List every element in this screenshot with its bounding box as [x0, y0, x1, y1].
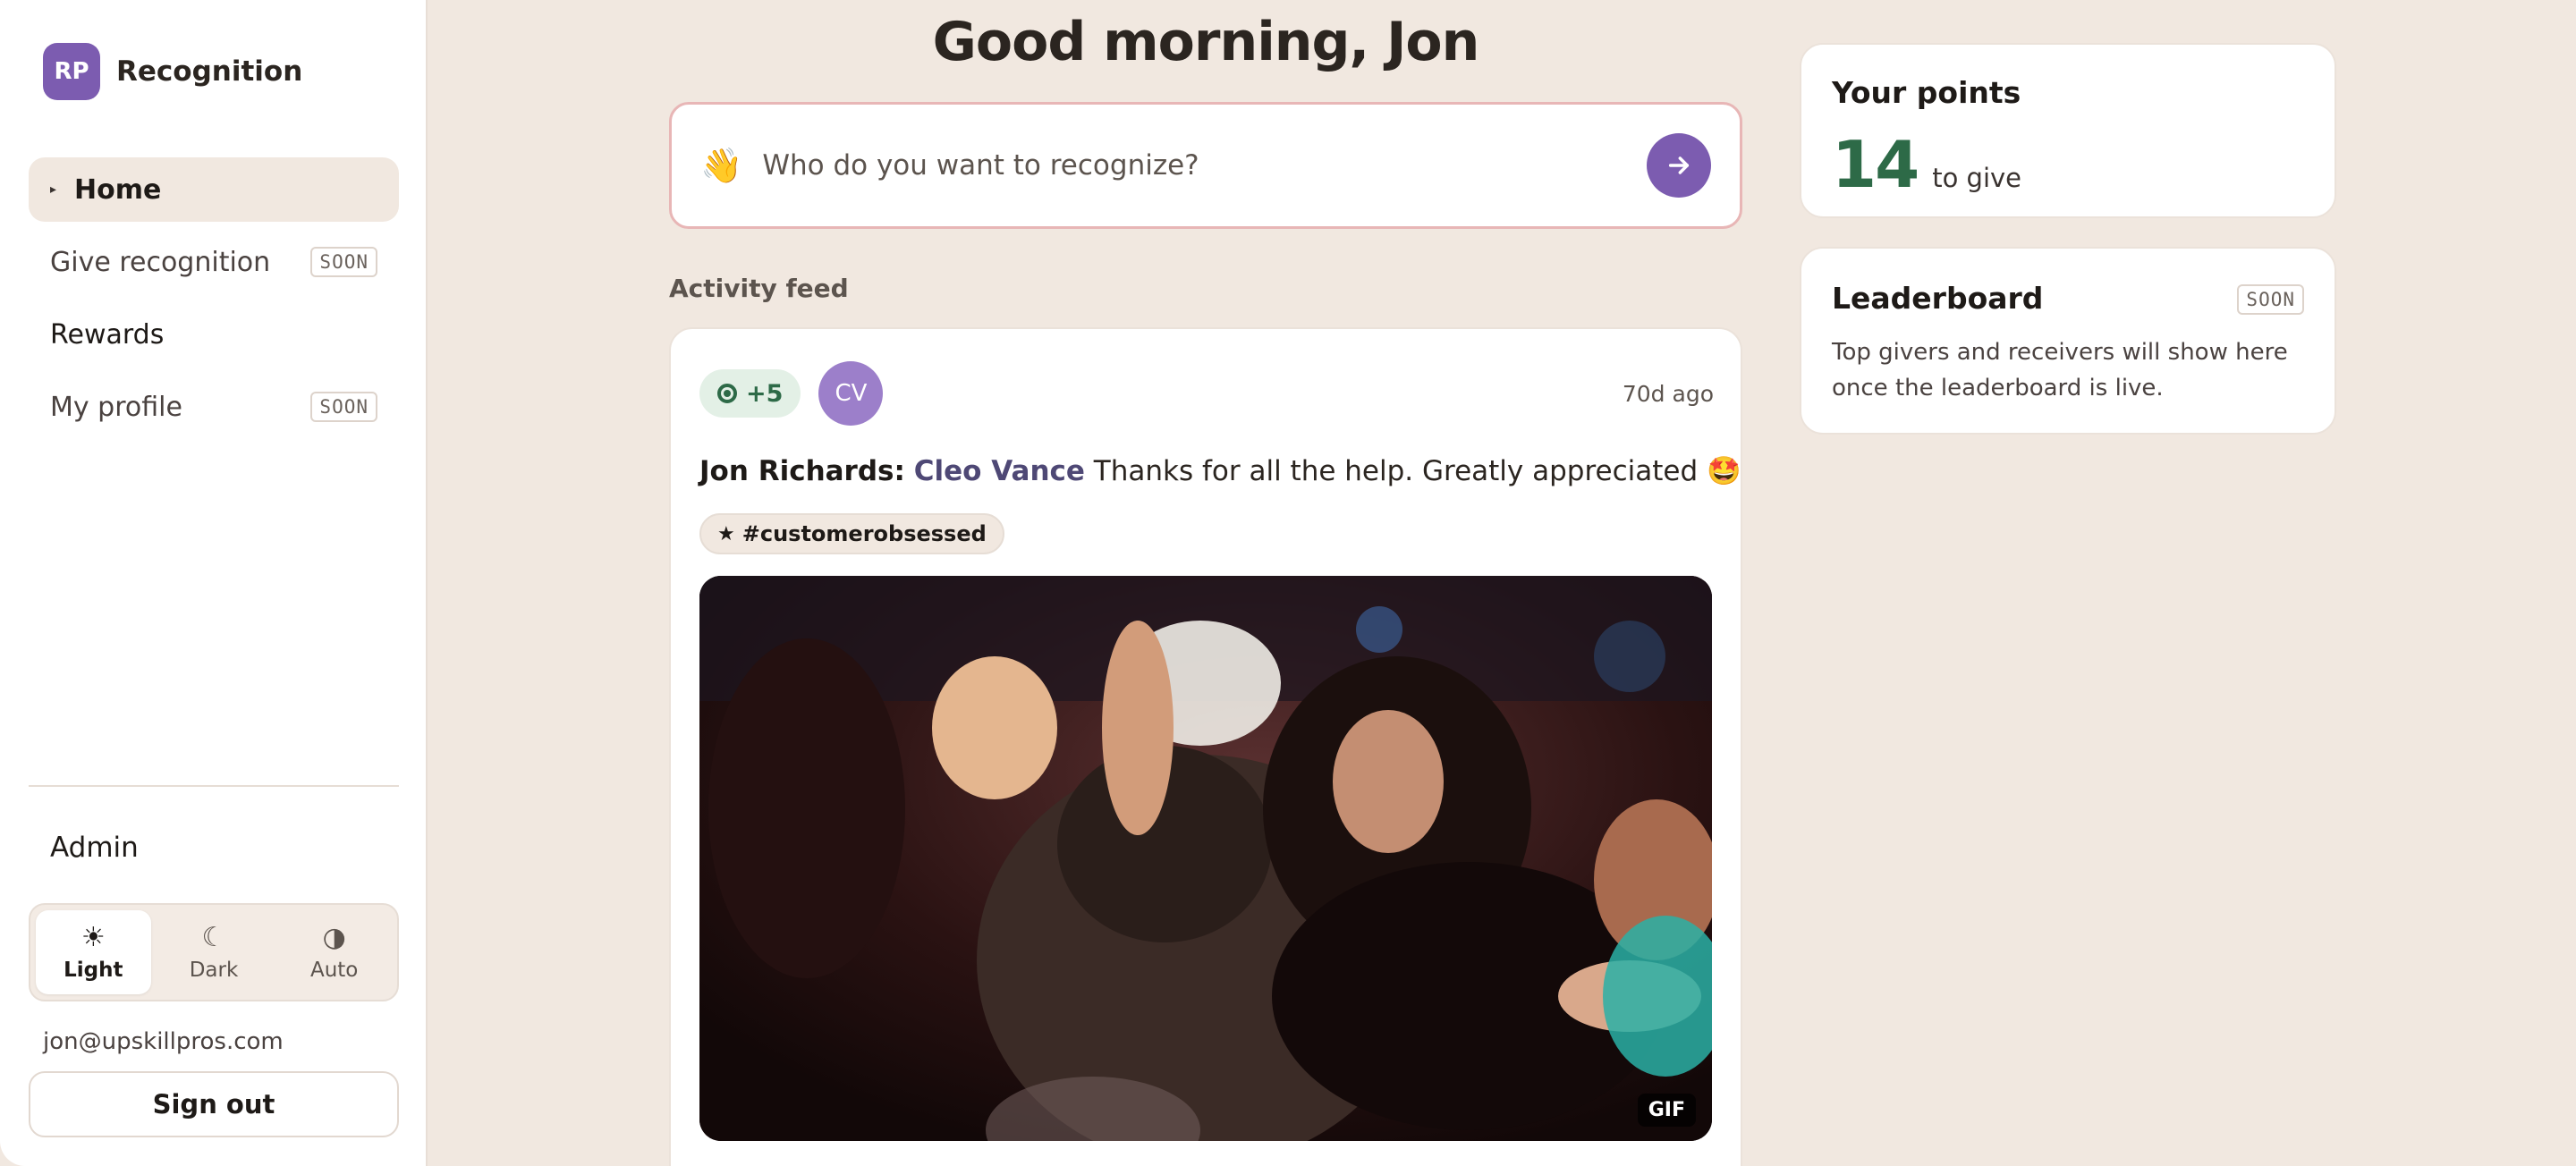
page-greeting: Good morning, Jon [932, 11, 1480, 73]
nav-item-label: Give recognition [50, 246, 271, 278]
admin-link[interactable]: Admin [50, 832, 139, 864]
sidebar-divider [29, 785, 399, 787]
nav-item-rewards[interactable]: Rewards [29, 302, 399, 367]
theme-option-label: Light [64, 959, 123, 982]
feed-card: +5 CV 70d ago Jon Richards: Cleo Vance T… [669, 327, 1742, 1166]
gif-image [699, 576, 1712, 1141]
soon-badge: SOON [310, 392, 377, 422]
theme-option-label: Auto [309, 959, 359, 982]
caret-right-icon: ▸ [50, 182, 57, 197]
moon-icon: ☾ [201, 922, 226, 953]
soon-badge: SOON [2237, 284, 2304, 315]
points-value: 14 [1832, 127, 1919, 202]
send-button[interactable] [1647, 133, 1711, 198]
recipient-name[interactable]: Cleo Vance [914, 455, 1085, 487]
post-timestamp: 70d ago [1622, 380, 1714, 407]
arrow-right-icon [1668, 156, 1690, 174]
leaderboard-description: Top givers and receivers will show here … [1832, 339, 2288, 401]
soon-badge: SOON [310, 247, 377, 277]
recognize-input[interactable] [762, 149, 1647, 182]
points-coin-icon [717, 384, 737, 403]
primary-nav: ▸ Home Give recognition SOON Rewards My … [29, 157, 399, 447]
nav-item-label: My profile [50, 391, 182, 423]
theme-option-dark[interactable]: ☾ Dark [157, 910, 272, 994]
points-card-title: Your points [1832, 75, 2021, 110]
sign-out-button[interactable]: Sign out [29, 1071, 399, 1137]
leaderboard-card: Leaderboard SOON Top givers and receiver… [1800, 247, 2336, 435]
nav-item-home[interactable]: ▸ Home [29, 157, 399, 222]
theme-option-auto[interactable]: ◑ Auto [276, 910, 392, 994]
recognition-message: Jon Richards: Cleo Vance Thanks for all … [699, 454, 1741, 487]
brand-logo: RP [43, 43, 100, 100]
brand-name: Recognition [116, 55, 303, 88]
sun-icon: ☀ [80, 922, 106, 953]
points-amount: +5 [746, 379, 784, 408]
recognition-gif[interactable]: GIF [699, 576, 1712, 1141]
nav-item-give-recognition[interactable]: Give recognition SOON [29, 230, 399, 294]
brand[interactable]: RP Recognition [43, 43, 302, 100]
leaderboard-title: Leaderboard [1832, 281, 2044, 316]
activity-feed-heading: Activity feed [669, 274, 849, 303]
theme-switcher: ☀ Light ☾ Dark ◑ Auto [29, 903, 399, 1001]
gif-badge: GIF [1637, 1094, 1696, 1127]
theme-option-label: Dark [189, 959, 239, 982]
recognize-composer: 👋 [669, 102, 1742, 229]
nav-item-label: Rewards [50, 318, 165, 351]
value-tag-label: #customerobsessed [741, 521, 987, 546]
sidebar: RP Recognition ▸ Home Give recognition S… [0, 0, 428, 1166]
nav-item-my-profile[interactable]: My profile SOON [29, 375, 399, 439]
value-tag[interactable]: ★ #customerobsessed [699, 513, 1004, 554]
nav-item-label: Home [74, 173, 162, 206]
message-text: Thanks for all the help. Greatly appreci… [1093, 455, 1741, 487]
user-email: jon@upskillpros.com [43, 1028, 284, 1055]
points-pill: +5 [699, 369, 801, 418]
points-unit: to give [1932, 163, 2022, 193]
star-icon: ★ [717, 522, 735, 545]
points-summary: 14 to give [1832, 127, 2021, 202]
feed-card-header: +5 CV 70d ago [699, 361, 1714, 426]
giver-name[interactable]: Jon Richards: [699, 455, 905, 487]
recipient-avatar[interactable]: CV [818, 361, 884, 426]
theme-option-light[interactable]: ☀ Light [36, 910, 151, 994]
half-circle-icon: ◑ [322, 922, 346, 953]
points-card: Your points 14 to give [1800, 43, 2336, 218]
waving-hand-icon: 👋 [700, 145, 743, 185]
